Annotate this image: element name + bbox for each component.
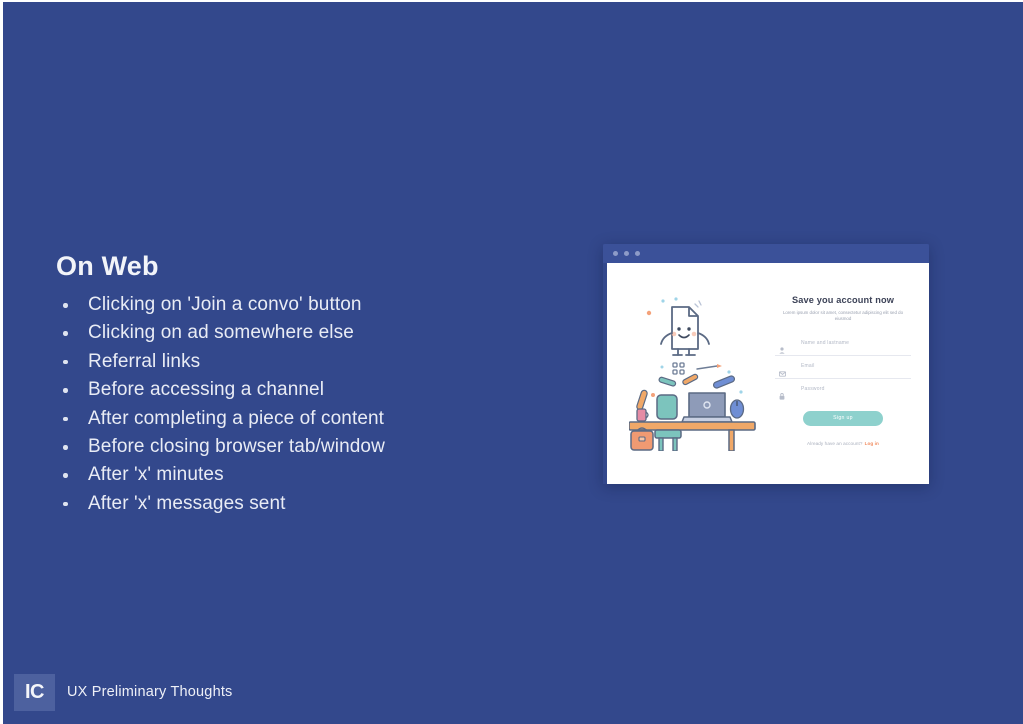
list-item-label: Before accessing a channel <box>88 379 325 401</box>
bullet-dot-icon <box>63 445 68 450</box>
bullet-dot-icon <box>63 303 68 308</box>
bullet-dot-icon <box>63 359 68 365</box>
brand-logo-text: IC <box>25 681 45 703</box>
browser-titlebar <box>603 244 929 263</box>
desk-workspace-illustration <box>628 291 759 452</box>
list-item: Before closing browser tab/window <box>56 433 556 461</box>
list-item: Clicking on 'Join a convo' button <box>56 291 556 319</box>
lock-icon <box>779 387 785 400</box>
slide-canvas: On Web Clicking on 'Join a convo' button… <box>3 2 1023 724</box>
list-item: After 'x' messages sent <box>56 490 556 518</box>
close-dot-icon[interactable] <box>613 251 618 256</box>
browser-mockup: Save you account now Lorem ipsum dolor s… <box>603 244 929 484</box>
list-item: Referral links <box>56 348 556 376</box>
mail-icon <box>778 364 787 377</box>
brand-logo: IC <box>14 674 55 711</box>
signup-form: Save you account now Lorem ipsum dolor s… <box>775 295 911 446</box>
maximize-dot-icon[interactable] <box>635 251 640 256</box>
bullet-dot-icon <box>63 416 68 422</box>
page-title: On Web <box>56 251 159 281</box>
login-link[interactable]: Log in <box>865 441 879 446</box>
password-field-label: Password <box>801 385 825 392</box>
signup-footer-text: Already have an account? <box>807 440 863 446</box>
bullet-dot-icon <box>63 473 68 478</box>
list-item: After completing a piece of content <box>56 405 556 433</box>
signup-footer: Already have an account? Log in <box>775 441 911 446</box>
bullet-list: Clicking on 'Join a convo' button Clicki… <box>56 291 556 518</box>
name-field-label: Name and lastname <box>801 339 850 346</box>
list-item-label: Before closing browser tab/window <box>88 436 385 458</box>
list-item: After 'x' minutes <box>56 461 556 489</box>
signup-submit-button[interactable]: Sign up <box>803 410 883 426</box>
bullet-dot-icon <box>63 331 68 336</box>
list-item-label: Clicking on 'Join a convo' button <box>88 294 362 316</box>
form-title: Save you account now <box>791 295 895 305</box>
user-icon <box>779 341 785 354</box>
email-field[interactable]: Email <box>775 362 911 379</box>
footer-label: UX Preliminary Thoughts <box>67 684 233 700</box>
email-field-label: Email <box>801 362 815 369</box>
bullet-dot-icon <box>63 501 68 507</box>
list-item-label: After 'x' messages sent <box>88 492 286 514</box>
content-block: On Web Clicking on 'Join a convo' button… <box>56 251 556 518</box>
bullet-dot-icon <box>63 388 68 393</box>
list-item-label: Referral links <box>88 350 201 372</box>
list-item-label: Clicking on ad somewhere else <box>88 322 354 344</box>
browser-viewport: Save you account now Lorem ipsum dolor s… <box>607 263 929 484</box>
list-item-label: After completing a piece of content <box>88 407 385 429</box>
password-field[interactable]: Password <box>775 385 911 401</box>
name-field[interactable]: Name and lastname <box>775 339 911 356</box>
minimize-dot-icon[interactable] <box>624 251 629 256</box>
form-subtitle: Lorem ipsum dolor sit amet, consectetur … <box>782 310 904 322</box>
list-item-label: After 'x' minutes <box>88 464 224 486</box>
list-item: Before accessing a channel <box>56 376 556 404</box>
list-item: Clicking on ad somewhere else <box>56 319 556 347</box>
